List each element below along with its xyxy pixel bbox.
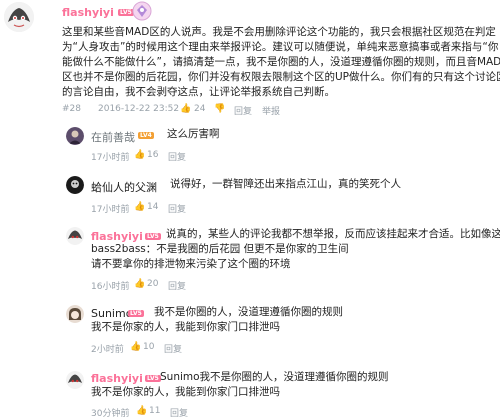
reply-text: 我不是你家的人，我能到你家门口排泄吗 (91, 386, 280, 398)
like-count: 16 (147, 150, 159, 160)
username[interactable]: 在前善哉 (91, 129, 135, 145)
reply-text: 我不是你圈的人，没道理遵循你圈的规则 (154, 306, 343, 318)
level-badge: LV5 (128, 310, 144, 317)
like-icon[interactable]: 👍 (134, 150, 145, 160)
reply-text: 说真的，某些人的评论我都不想举报，反而应该挂起来才合适。比如像这个 (166, 228, 500, 240)
avatar[interactable] (66, 127, 84, 145)
pendant-icon (131, 0, 153, 26)
username[interactable]: flashyiyi (91, 372, 143, 385)
floor-number: #28 (62, 104, 81, 114)
reply-button[interactable]: 回复 (164, 342, 182, 355)
reply-time: 17小时前 (91, 153, 130, 163)
like-count: 14 (147, 202, 159, 212)
reply-time: 16小时前 (91, 282, 130, 292)
like-icon[interactable]: 👍 (130, 342, 141, 352)
comment-line: 为“人身攻击”的时候用这个理由来举报评论。建议可以随便说，单纯来恶意搞事或者来指… (62, 41, 499, 53)
comment-line: 能做什么不能做什么”，请搞清楚一点，我不是你圈的人，没道理遵循你圈的规则，而且音… (62, 56, 500, 68)
reply-text: bass2bass：不是我圈的后花园 但更不是你家的卫生间 (91, 243, 349, 255)
reply-button[interactable]: 回复 (170, 406, 188, 419)
comment-time: 2016-12-22 23:52 (98, 104, 180, 114)
reply-button[interactable]: 回复 (234, 104, 252, 117)
reply-text: 这么厉害啊 (167, 128, 220, 140)
report-button[interactable]: 举报 (262, 104, 280, 117)
like-count: 20 (147, 279, 159, 289)
reply-time: 30分钟前 (91, 409, 130, 419)
avatar[interactable] (66, 371, 84, 389)
username[interactable]: 蛤仙人的父渊 (91, 179, 157, 195)
like-count: 24 (194, 104, 206, 114)
avatar[interactable] (66, 227, 84, 245)
level-badge: LV4 (138, 132, 154, 139)
avatar[interactable] (66, 176, 84, 194)
dislike-icon[interactable]: 👎 (214, 104, 225, 114)
avatar[interactable] (4, 2, 34, 32)
reply-text: 说得好，一群智障还出来指点江山，真的笑死个人 (170, 178, 401, 190)
reply-button[interactable]: 回复 (168, 150, 186, 163)
reply-button[interactable]: 回复 (168, 202, 186, 215)
reply-time: 2小时前 (91, 345, 124, 355)
level-badge: LV5 (145, 375, 161, 382)
comment-line: 这里和某些音MAD区的人说声。我是不会用删除评论这个功能的，我只会根据社区规范在… (62, 26, 496, 38)
reply-text: 我不是你家的人，我能到你家门口排泄吗 (91, 321, 280, 333)
reply-text: 请不要拿你的排泄物来污染了这个圈的环境 (91, 258, 291, 270)
like-icon[interactable]: 👍 (180, 104, 191, 114)
like-count: 11 (149, 406, 161, 416)
comment-line: 的言论自由，我不会剥夺这点，让评论举报系统自己判断。 (62, 86, 335, 98)
reply-text: Sunimo我不是你圈的人，没道理遵循你圈的规则 (160, 371, 389, 383)
like-count: 10 (143, 342, 155, 352)
username[interactable]: Sunimo (91, 307, 132, 320)
reply-time: 17小时前 (91, 205, 130, 215)
like-icon[interactable]: 👍 (136, 406, 147, 416)
username[interactable]: flashyiyi (62, 6, 114, 19)
level-badge: LV5 (145, 233, 161, 240)
avatar[interactable] (66, 305, 84, 323)
like-icon[interactable]: 👍 (134, 202, 145, 212)
like-icon[interactable]: 👍 (134, 279, 145, 289)
comment-line: 区也并不是你圈的后花园，你们并没有权限去限制这个区的UP做什么。你们有的只有这个… (62, 71, 500, 83)
reply-button[interactable]: 回复 (168, 279, 186, 292)
